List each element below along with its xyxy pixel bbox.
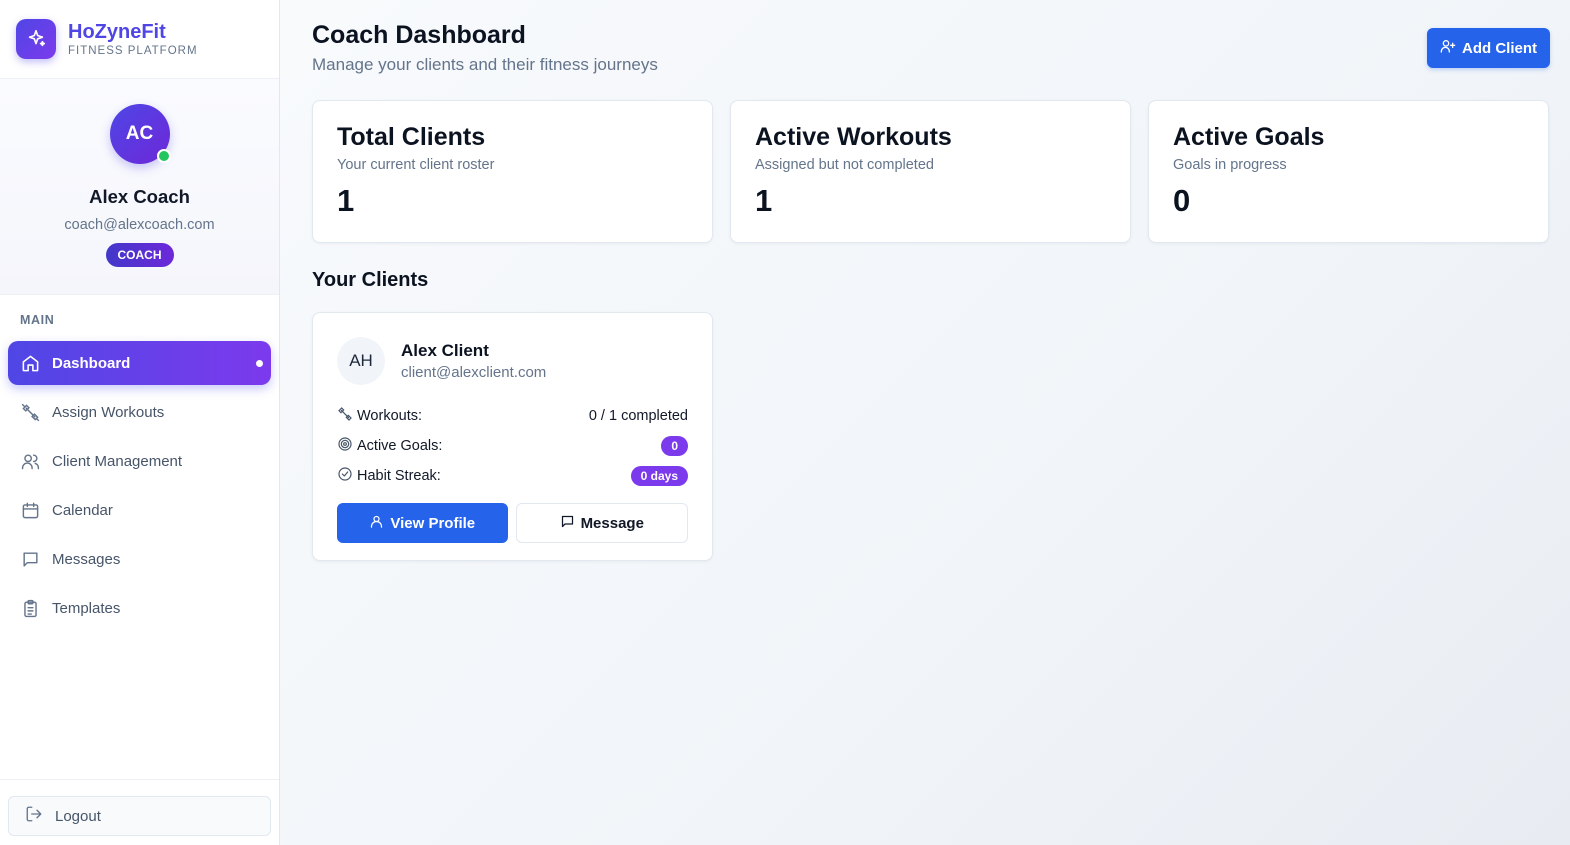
sidebar-item-calendar[interactable]: Calendar (8, 488, 271, 532)
workouts-value: 0 / 1 completed (588, 408, 688, 424)
message-label: Message (580, 514, 644, 532)
dumbbell-icon (337, 406, 353, 426)
clipboard-icon (20, 598, 40, 618)
brand-name: HoZyneFit (68, 21, 166, 43)
sidebar-item-assign-workouts[interactable]: Assign Workouts (8, 390, 271, 434)
logout-icon (25, 805, 43, 827)
client-avatar: AH (337, 337, 385, 385)
stat-title: Active Goals (1173, 123, 1325, 151)
sidebar-item-messages[interactable]: Messages (8, 537, 271, 581)
sparkles-icon (16, 19, 56, 59)
client-email: client@alexclient.com (401, 364, 547, 381)
logout-button[interactable]: Logout (8, 796, 271, 836)
stat-title: Total Clients (337, 123, 486, 151)
stat-description: Goals in progress (1173, 157, 1287, 173)
client-streak-row: Habit Streak: 0 days (337, 461, 688, 491)
sidebar-item-templates[interactable]: Templates (8, 586, 271, 630)
sidebar-item-label: Messages (52, 550, 121, 568)
sidebar-item-label: Dashboard (52, 354, 131, 372)
users-icon (20, 451, 40, 471)
user-icon (369, 514, 384, 533)
stat-description: Assigned but not completed (755, 157, 934, 173)
sidebar-item-label: Client Management (52, 452, 183, 470)
workouts-label: Workouts: (357, 408, 423, 424)
target-icon (337, 436, 353, 456)
sidebar-item-label: Templates (52, 599, 121, 617)
avatar-initials: AC (125, 123, 154, 144)
sidebar-nav: Dashboard Assign Workouts Client Managem… (0, 341, 279, 630)
sidebar-item-label: Calendar (52, 501, 113, 519)
add-client-label: Add Client (1462, 39, 1537, 57)
streak-label: Habit Streak: (357, 468, 441, 484)
goals-label: Active Goals: (357, 438, 443, 454)
nav-section-label: MAIN (20, 313, 55, 327)
message-icon (20, 549, 40, 569)
section-title: Your Clients (312, 269, 429, 291)
message-button[interactable]: Message (515, 503, 688, 543)
avatar: AC (109, 104, 171, 164)
stat-value: 0 (1173, 183, 1191, 218)
sidebar-item-client-management[interactable]: Client Management (8, 439, 271, 483)
page-subtitle: Manage your clients and their fitness jo… (312, 55, 658, 74)
message-icon (560, 514, 575, 533)
stat-title: Active Workouts (755, 123, 952, 151)
stat-card-active-goals: Active Goals Goals in progress 0 (1148, 100, 1549, 243)
sidebar: HoZyneFit FITNESS PLATFORM AC Alex Coach… (0, 0, 280, 845)
sidebar-footer: Logout (0, 779, 279, 845)
client-card: AH Alex Client client@alexclient.com Wor… (312, 312, 713, 561)
client-workouts-row: Workouts: 0 / 1 completed (337, 401, 688, 431)
profile-name: Alex Coach (89, 186, 190, 207)
stat-value: 1 (755, 183, 773, 218)
profile-panel: AC Alex Coach coach@alexcoach.com COACH (0, 79, 279, 295)
goals-badge: 0 (661, 436, 688, 456)
profile-email: coach@alexcoach.com (64, 217, 215, 233)
page-title: Coach Dashboard (312, 21, 526, 49)
logout-label: Logout (55, 807, 101, 825)
check-circle-icon (337, 466, 353, 486)
main-content: Coach Dashboard Manage your clients and … (280, 0, 1570, 845)
dumbbell-icon (20, 402, 40, 422)
role-badge: COACH (105, 243, 174, 267)
stat-value: 1 (337, 183, 355, 218)
brand: HoZyneFit FITNESS PLATFORM (0, 0, 279, 79)
sidebar-item-label: Assign Workouts (52, 403, 165, 421)
client-goals-row: Active Goals: 0 (337, 431, 688, 461)
stat-card-active-workouts: Active Workouts Assigned but not complet… (730, 100, 1131, 243)
brand-subtitle: FITNESS PLATFORM (68, 45, 198, 57)
sidebar-item-dashboard[interactable]: Dashboard (8, 341, 271, 385)
view-profile-label: View Profile (390, 514, 476, 532)
client-name: Alex Client (401, 341, 489, 360)
stat-description: Your current client roster (337, 157, 495, 173)
online-status-dot (156, 149, 171, 163)
active-indicator-dot (256, 360, 263, 367)
calendar-icon (20, 500, 40, 520)
home-icon (20, 353, 40, 373)
stat-card-total-clients: Total Clients Your current client roster… (312, 100, 713, 243)
add-client-button[interactable]: Add Client (1427, 28, 1550, 68)
user-plus-icon (1440, 38, 1456, 58)
streak-badge: 0 days (630, 466, 688, 486)
view-profile-button[interactable]: View Profile (337, 503, 508, 543)
